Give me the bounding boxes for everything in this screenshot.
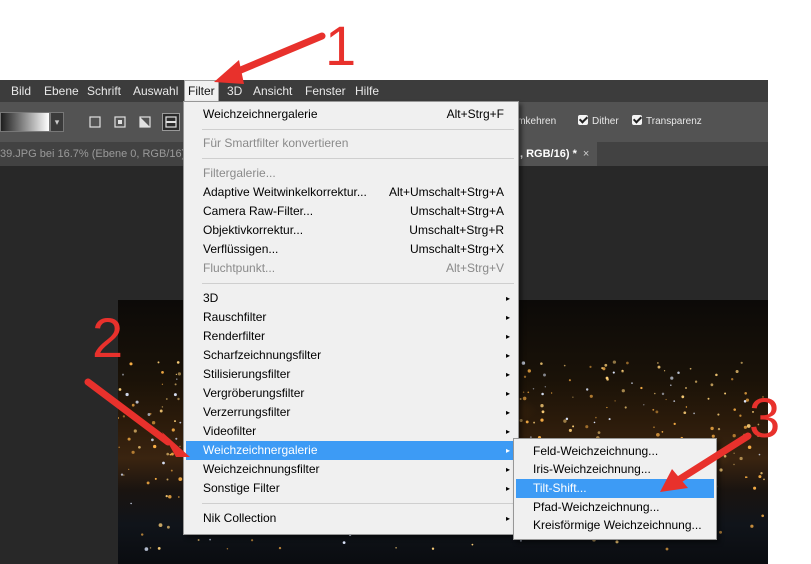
menu-separator [202, 129, 514, 130]
menu-item-nik-collection[interactable]: Nik Collection ▸ [186, 509, 516, 528]
document-tab-title: , RGB/16) * [520, 148, 577, 160]
submenu-arrow-icon: ▸ [505, 370, 510, 379]
chevron-down-icon[interactable]: ▾ [50, 112, 64, 132]
menu-item-kreisfoermige-weichzeichnung[interactable]: Kreisförmige Weichzeichnung... [516, 516, 714, 535]
menu-item-weichzeichnergalerie-last[interactable]: Weichzeichnergalerie Alt+Strg+F [186, 105, 516, 124]
menu-item-3d[interactable]: 3D ▸ [186, 289, 516, 308]
menu-separator [202, 158, 514, 159]
reflected-gradient-icon[interactable] [162, 113, 180, 131]
submenu-arrow-icon: ▸ [505, 294, 510, 303]
submenu-arrow-icon: ▸ [505, 465, 510, 474]
linear-gradient-icon[interactable] [86, 113, 104, 131]
annotation-number-2: 2 [92, 306, 124, 369]
menu-item-filtergalerie[interactable]: Filtergalerie... [186, 164, 516, 183]
menu-filter[interactable]: Filter [184, 80, 219, 102]
menu-separator [202, 503, 514, 504]
radial-gradient-icon[interactable] [111, 113, 129, 131]
menu-bar: Bild Ebene Schrift Auswahl Filter 3D Ans… [0, 80, 768, 102]
menu-item-camera-raw[interactable]: Camera Raw-Filter... Umschalt+Strg+A [186, 202, 516, 221]
menu-item-adaptive-weitwinkel[interactable]: Adaptive Weitwinkelkorrektur... Alt+Umsch… [186, 183, 516, 202]
menu-item-videofilter[interactable]: Videofilter ▸ [186, 422, 516, 441]
submenu-arrow-icon: ▸ [505, 408, 510, 417]
menu-item-weichzeichnungsfilter[interactable]: Weichzeichnungsfilter ▸ [186, 460, 516, 479]
menu-ansicht[interactable]: Ansicht [250, 80, 295, 102]
annotation-number-1: 1 [325, 14, 357, 77]
menu-item-weichzeichnergalerie[interactable]: Weichzeichnergalerie ▸ [186, 441, 516, 460]
checkbox-icon [578, 115, 588, 125]
menu-item-smartfilter[interactable]: Für Smartfilter konvertieren [186, 134, 516, 153]
annotation-number-3: 3 [749, 386, 781, 449]
angle-gradient-icon[interactable] [136, 113, 154, 131]
menu-item-fluchtpunkt[interactable]: Fluchtpunkt... Alt+Strg+V [186, 259, 516, 278]
menu-item-renderfilter[interactable]: Renderfilter ▸ [186, 327, 516, 346]
dither-checkbox[interactable]: Dither [578, 114, 619, 130]
menu-hilfe[interactable]: Hilfe [352, 80, 382, 102]
menu-auswahl[interactable]: Auswahl [130, 80, 181, 102]
menu-separator [202, 283, 514, 284]
menu-fenster[interactable]: Fenster [302, 80, 349, 102]
menu-item-verfluessigen[interactable]: Verflüssigen... Umschalt+Strg+X [186, 240, 516, 259]
menu-item-vergroeberungsfilter[interactable]: Vergröberungsfilter ▸ [186, 384, 516, 403]
menu-schrift[interactable]: Schrift [84, 80, 124, 102]
menu-item-scharfzeichnungsfilter[interactable]: Scharfzeichnungsfilter ▸ [186, 346, 516, 365]
menu-3d[interactable]: 3D [224, 80, 245, 102]
arrow-1 [232, 32, 326, 76]
document-tab-active[interactable]: , RGB/16) * × [514, 142, 598, 166]
menu-item-sonstige-filter[interactable]: Sonstige Filter ▸ [186, 479, 516, 498]
menu-item-verzerrungsfilter[interactable]: Verzerrungsfilter ▸ [186, 403, 516, 422]
checkbox-icon [632, 115, 642, 125]
transparenz-checkbox[interactable]: Transparenz [632, 114, 702, 130]
submenu-arrow-icon: ▸ [505, 313, 510, 322]
menu-item-objektivkorrektur[interactable]: Objektivkorrektur... Umschalt+Strg+R [186, 221, 516, 240]
menu-item-iris-weichzeichnung[interactable]: Iris-Weichzeichnung... [516, 460, 714, 479]
submenu-arrow-icon: ▸ [505, 484, 510, 493]
menu-item-feld-weichzeichnung[interactable]: Feld-Weichzeichnung... [516, 442, 714, 461]
submenu-arrow-icon: ▸ [505, 351, 510, 360]
submenu-arrow-icon: ▸ [505, 332, 510, 341]
submenu-arrow-icon: ▸ [505, 514, 510, 523]
close-icon[interactable]: × [583, 148, 589, 160]
menu-item-rauschfilter[interactable]: Rauschfilter ▸ [186, 308, 516, 327]
menu-item-stilisierungsfilter[interactable]: Stilisierungsfilter ▸ [186, 365, 516, 384]
filter-menu: Weichzeichnergalerie Alt+Strg+F Für Smart… [183, 101, 519, 535]
submenu-arrow-icon: ▸ [505, 389, 510, 398]
submenu-arrow-icon: ▸ [505, 427, 510, 436]
gradient-preview[interactable] [0, 112, 50, 132]
menu-ebene[interactable]: Ebene [41, 80, 82, 102]
submenu-arrow-icon: ▸ [505, 446, 510, 455]
document-tab[interactable]: 39.JPG bei 16.7% (Ebene 0, RGB/16) [0, 142, 185, 166]
blur-gallery-submenu: Feld-Weichzeichnung... Iris-Weichzeichnu… [513, 438, 717, 540]
menu-bild[interactable]: Bild [8, 80, 34, 102]
menu-item-pfad-weichzeichnung[interactable]: Pfad-Weichzeichnung... [516, 498, 714, 517]
menu-item-tilt-shift[interactable]: Tilt-Shift... [516, 479, 714, 498]
